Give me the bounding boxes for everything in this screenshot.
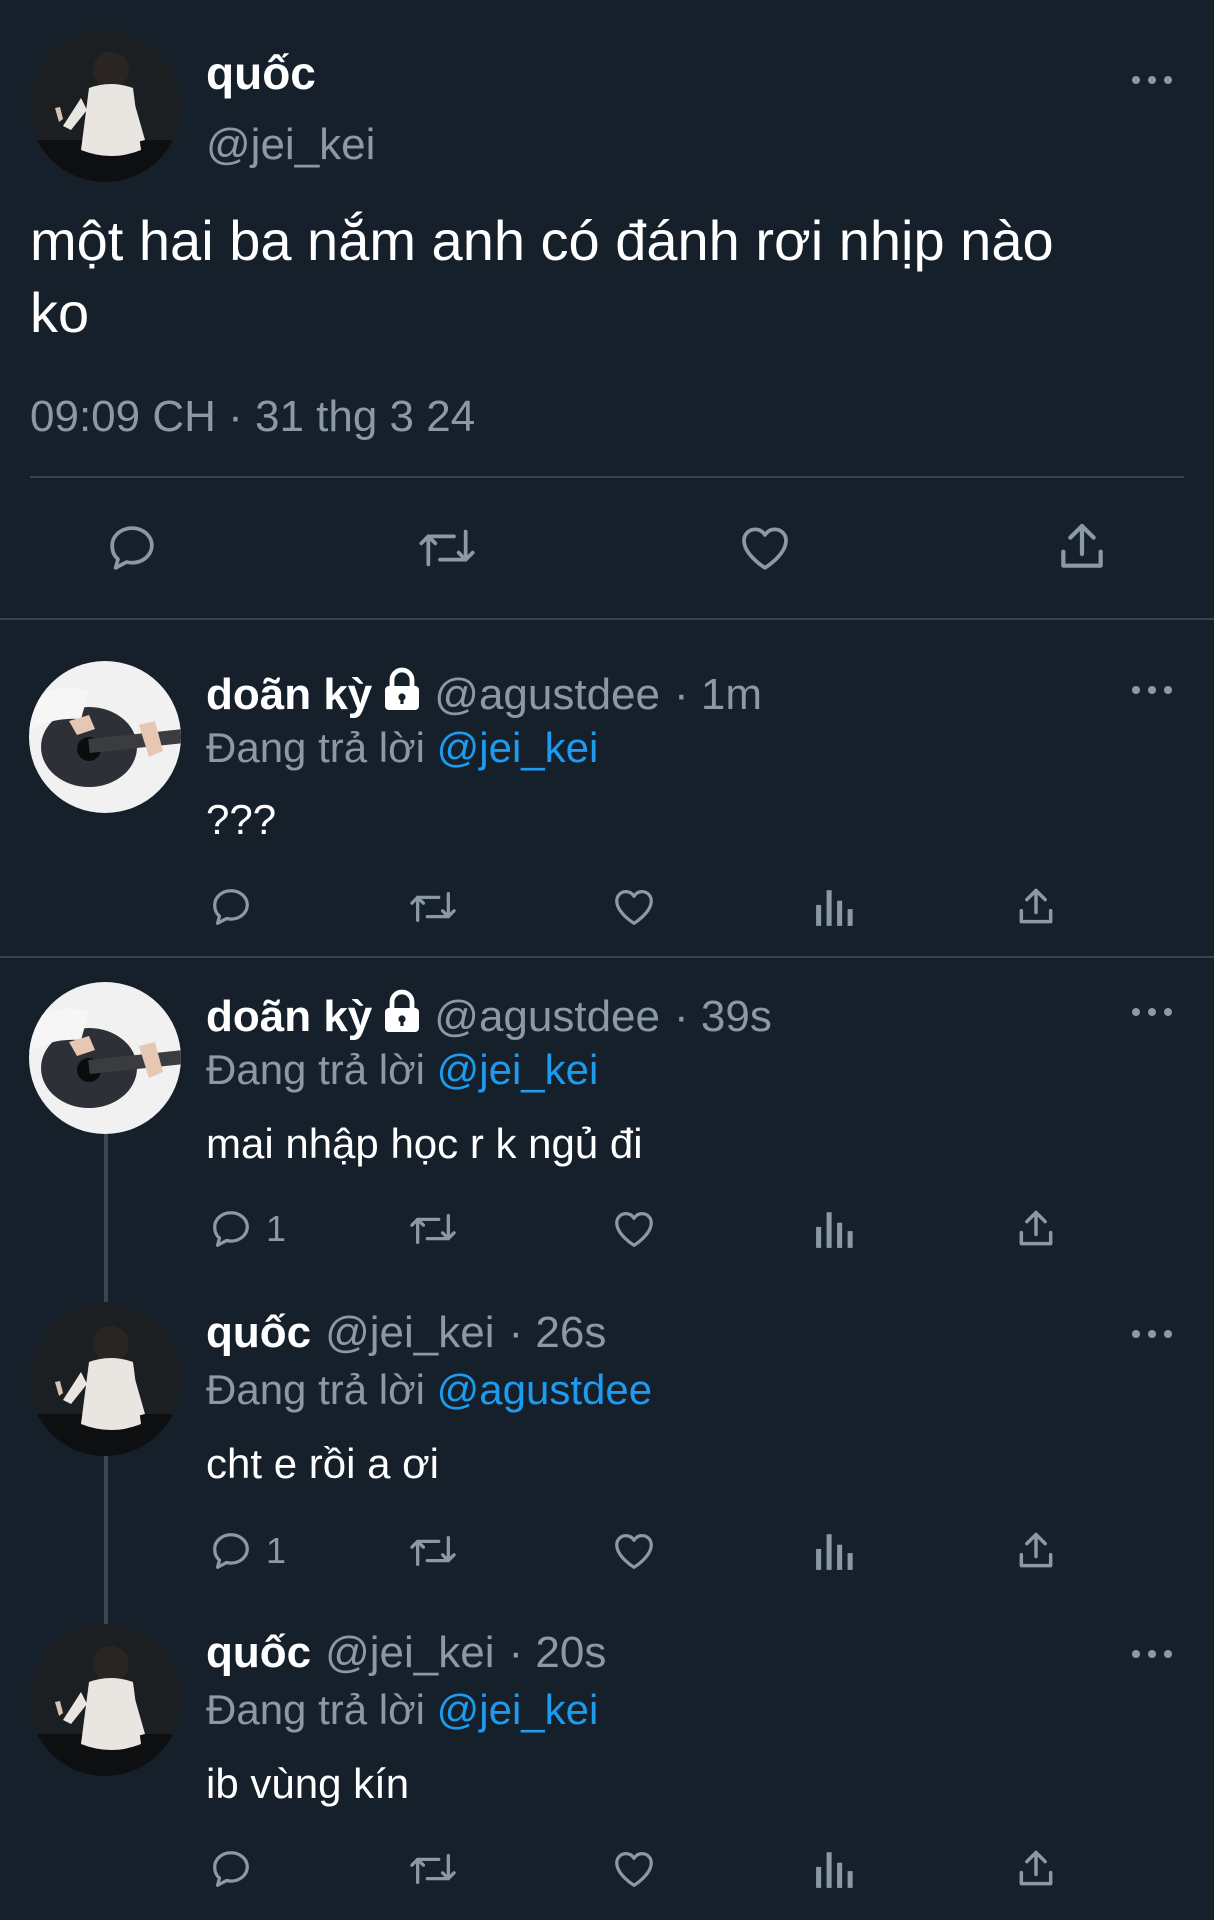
display-name[interactable]: quốc [206, 1628, 311, 1678]
mention-link[interactable]: @jei_kei [437, 724, 599, 771]
reply-icon[interactable] [208, 884, 254, 930]
avatar[interactable] [29, 1304, 181, 1456]
handle[interactable]: @jei_kei [325, 1308, 494, 1358]
lock-icon [380, 666, 424, 723]
avatar-photo [29, 30, 181, 182]
tweet-text-line-1: một hai ba nắm anh có đánh rơi nhịp nào [30, 209, 1054, 272]
divider [0, 618, 1214, 620]
timestamp[interactable]: · 39s [674, 992, 772, 1042]
retweet-icon[interactable] [406, 884, 460, 930]
mention-link[interactable]: @jei_kei [437, 1046, 599, 1093]
handle[interactable]: @jei_kei [206, 120, 375, 170]
display-name[interactable]: doãn kỳ [206, 670, 372, 720]
share-icon[interactable] [1014, 884, 1058, 930]
share-icon[interactable] [1054, 518, 1110, 576]
mention-link[interactable]: @agustdee [437, 1366, 652, 1413]
reply-text: mai nhập học r k ngủ đi [206, 1120, 643, 1167]
replying-to: Đang trả lời @agustdee [206, 1366, 652, 1414]
reply-icon[interactable] [104, 520, 160, 576]
reply-count: 1 [266, 1530, 287, 1571]
avatar-photo [29, 1304, 181, 1456]
replying-to: Đang trả lời @jei_kei [206, 724, 598, 772]
mention-link[interactable]: @jei_kei [437, 1686, 599, 1733]
thread-line [104, 1456, 108, 1624]
tweet-text-line-2: ko [30, 281, 90, 344]
more-options-icon[interactable] [1132, 1002, 1172, 1022]
divider [30, 476, 1184, 478]
reply-header: quốc @jei_kei · 26s [206, 1308, 606, 1358]
avatar[interactable] [29, 1624, 181, 1776]
avatar[interactable] [29, 661, 181, 813]
avatar[interactable] [29, 30, 181, 182]
views-icon[interactable] [814, 1848, 856, 1890]
lock-icon [380, 988, 424, 1045]
avatar-photo [29, 1624, 181, 1776]
share-icon[interactable] [1014, 1206, 1058, 1252]
reply-text: cht e rồi a ơi [206, 1440, 439, 1487]
reply-icon [208, 1206, 254, 1252]
reply-text: ??? [206, 796, 277, 843]
reply-header: doãn kỳ @agustdee · 1m [206, 666, 762, 723]
reply-button[interactable]: 1 [208, 1528, 286, 1574]
more-options-icon[interactable] [1132, 680, 1172, 700]
avatar-photo [29, 661, 181, 813]
like-icon[interactable] [610, 884, 658, 930]
handle[interactable]: @agustdee [434, 992, 660, 1042]
like-icon[interactable] [736, 520, 794, 576]
reply-text: ib vùng kín [206, 1760, 410, 1807]
more-options-icon[interactable] [1132, 1644, 1172, 1664]
retweet-icon[interactable] [406, 1206, 460, 1252]
avatar[interactable] [29, 982, 181, 1134]
reply-header: doãn kỳ @agustdee · 39s [206, 988, 772, 1045]
replying-to: Đang trả lời @jei_kei [206, 1686, 598, 1734]
views-icon[interactable] [814, 1530, 856, 1572]
share-icon[interactable] [1014, 1846, 1058, 1892]
replying-prefix: Đang trả lời [206, 724, 425, 771]
tweet-timestamp[interactable]: 09:09 CH · 31 thg 3 24 [30, 392, 475, 442]
replying-prefix: Đang trả lời [206, 1046, 425, 1093]
replying-prefix: Đang trả lời [206, 1366, 425, 1413]
reply-icon[interactable] [208, 1846, 254, 1892]
thread-line [104, 1134, 108, 1302]
more-options-icon[interactable] [1132, 70, 1172, 90]
more-options-icon[interactable] [1132, 1324, 1172, 1344]
reply-count: 1 [266, 1208, 287, 1249]
replying-prefix: Đang trả lời [206, 1686, 425, 1733]
retweet-icon[interactable] [406, 1528, 460, 1574]
share-icon[interactable] [1014, 1528, 1058, 1574]
views-icon[interactable] [814, 1208, 856, 1250]
like-icon[interactable] [610, 1206, 658, 1252]
like-icon[interactable] [610, 1528, 658, 1574]
display-name[interactable]: doãn kỳ [206, 992, 372, 1042]
replying-to: Đang trả lời @jei_kei [206, 1046, 598, 1094]
divider [0, 956, 1214, 958]
handle[interactable]: @agustdee [434, 670, 660, 720]
retweet-icon[interactable] [414, 520, 480, 576]
reply-button[interactable]: 1 [208, 1206, 286, 1252]
retweet-icon[interactable] [406, 1846, 460, 1892]
like-icon[interactable] [610, 1846, 658, 1892]
timestamp[interactable]: · 1m [674, 670, 762, 720]
timestamp[interactable]: · 20s [509, 1628, 607, 1678]
reply-icon [208, 1528, 254, 1574]
avatar-photo [29, 982, 181, 1134]
timestamp[interactable]: · 26s [509, 1308, 607, 1358]
views-icon[interactable] [814, 886, 856, 928]
display-name[interactable]: quốc [206, 46, 316, 100]
handle[interactable]: @jei_kei [325, 1628, 494, 1678]
reply-header: quốc @jei_kei · 20s [206, 1628, 606, 1678]
display-name[interactable]: quốc [206, 1308, 311, 1358]
